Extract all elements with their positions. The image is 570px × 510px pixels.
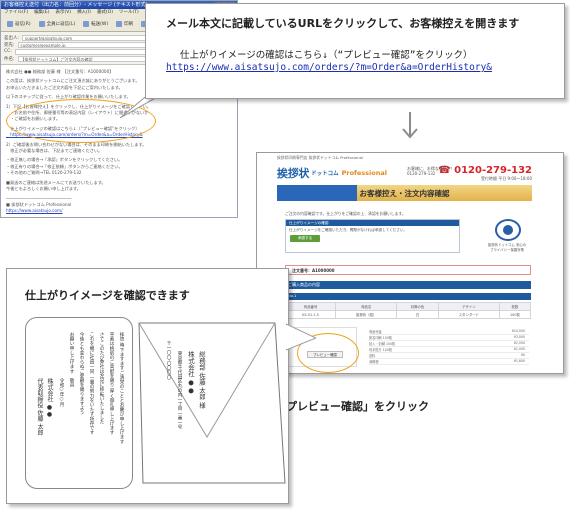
callout-pointer-bottom xyxy=(286,323,316,351)
column-header: 枚数 xyxy=(498,302,532,311)
price-breakdown: ¥10,000 商品代金 ¥3,000 宛名印刷 100枚 ¥2,000 封入・封緘 … xyxy=(369,329,529,365)
card-text-column: 平素は格別のご高配を賜り 厚く御礼申し上げます xyxy=(109,332,114,435)
column-header: 封筒の色 xyxy=(396,302,439,311)
order-history-link[interactable]: https://www.aisatsujo.com/orders/?m=Orde… xyxy=(166,62,492,73)
reply-all-label: 全員に返信(L) xyxy=(46,21,76,27)
card-text-column: お願い申し上げます 敬具 xyxy=(69,332,74,388)
card-text-column: これを機に社員一同 一層の努力をいたす所存です xyxy=(89,332,94,435)
callout-heading: 仕上がりイメージを確認できます xyxy=(25,289,190,302)
reply-button[interactable]: 返信(R) xyxy=(4,17,34,30)
menu-file[interactable]: ファイル(F) xyxy=(4,9,28,16)
menu-edit[interactable]: 編集(E) xyxy=(34,9,49,16)
price-value: ¥3,000 xyxy=(513,335,525,339)
forward-icon xyxy=(83,20,90,27)
reply-all-button[interactable]: 全員に返信(L) xyxy=(36,17,79,30)
print-button[interactable]: 印刷 xyxy=(113,17,136,30)
site-logo-sub: ドットコム xyxy=(311,171,339,177)
order-table: 商品番号 商品名 封筒の色 デザイン 枚数 KS-51-1.5 挨拶状（縦） 白… xyxy=(284,302,532,319)
card-text-column: 令和○年○月 xyxy=(59,378,64,407)
print-label: 印刷 xyxy=(124,21,134,27)
price-value: ¥0 xyxy=(520,353,525,357)
order-number: 注文番号：A1000000 xyxy=(285,265,531,275)
envelope-text-column: 東京都千代田区丸の内一丁目一番一号 xyxy=(177,351,182,430)
page-title-band: お客様控え・注文内容確認 xyxy=(277,185,532,201)
table-cell: スタンダード xyxy=(437,310,500,319)
column-header: 商品番号 xyxy=(284,302,337,311)
site-top-note: 挨拶状印刷専門店 挨拶状ドットコム Professional xyxy=(277,155,363,160)
card-text-column: さてこのたび弊社は左記に移転いたしました xyxy=(99,332,104,424)
privacy-badge-icon xyxy=(495,219,521,241)
reply-icon xyxy=(7,20,13,27)
confirm-box: 仕上がりイメージの確認 仕上がりイメージをご確認いただき、問題がなければ承認して… xyxy=(285,219,460,253)
price-value: ¥2,000 xyxy=(513,341,525,345)
site-logo-pro: Professional xyxy=(341,169,387,177)
site-header-note: お客様に、お得な価格で！ 0120-279-132 xyxy=(407,166,455,176)
callout-open-url: メール本文に記載しているURLをクリックして、お客様控えを開きます 仕上がりイメ… xyxy=(145,3,565,99)
table-header-row: 商品番号 商品名 封筒の色 デザイン 枚数 xyxy=(284,302,532,311)
site-header: 挨拶状 ドットコム Professional ☎ 0120-279-132 受付… xyxy=(277,163,532,183)
price-label: 商品代金 xyxy=(369,330,382,334)
table-row: KS-51-1.5 挨拶状（縦） 白 スタンダード 100枚 xyxy=(284,310,532,319)
table-cell: 白 xyxy=(396,310,439,319)
products-section-header: ご購入商品の内容 xyxy=(285,281,531,289)
confirm-box-text: 仕上がりイメージをご確認いただき、問題がなければ承認してください。 xyxy=(289,228,408,232)
price-value: ¥10,000 xyxy=(511,329,525,333)
greeting-card-preview: 拝啓 時下ますますご清栄のこととお慶び申し上げます 平素は格別のご高配を賜り 厚く… xyxy=(25,317,133,489)
click-preview-caption: 「プレビュー確認」をクリック xyxy=(275,400,429,413)
site-intro: ご注文の内容確認です。仕上がりをご確認の上、承認をお願いします。 xyxy=(285,211,406,216)
menu-format[interactable]: 書式(O) xyxy=(97,9,113,16)
email-title: お客様控え送付（出力名：前回分）- メッセージ (テキスト形式) xyxy=(4,2,148,8)
column-header: 商品名 xyxy=(335,302,398,311)
cc-label: CC: xyxy=(4,49,12,54)
price-label: 宛名印刷 100枚 xyxy=(369,336,393,340)
site-logo[interactable]: 挨拶状 xyxy=(277,165,309,181)
email-body-line[interactable]: https://www.aisatsujo.com/ xyxy=(6,208,232,214)
table-cell: 挨拶状（縦） xyxy=(335,310,398,319)
subject-label: 件名: xyxy=(4,56,15,62)
menu-tools[interactable]: ツール(T) xyxy=(119,9,139,16)
print-icon xyxy=(116,20,123,27)
price-value: ¥1,600 xyxy=(513,359,525,363)
from-label: 差出人: xyxy=(4,35,20,41)
table-cell: 100枚 xyxy=(498,310,532,319)
price-value: ¥1,000 xyxy=(513,347,525,351)
price-label: 消費税 xyxy=(369,360,379,364)
envelope-address: 〒一〇〇‐〇〇〇〇 東京都千代田区丸の内一丁目一番一号 株式会社 ●● 総務部 佐藤 … xyxy=(135,317,288,489)
envelope-text-column: 〒一〇〇‐〇〇〇〇 xyxy=(166,341,171,380)
page-title: お客様控え・注文内容確認 xyxy=(359,188,450,198)
price-label: 切手貼り 100枚 xyxy=(369,348,393,352)
callout-preview-result: 仕上がりイメージを確認できます 拝啓 時下ますますご清栄のこととお慶び申し上げま… xyxy=(6,268,289,504)
card-text-column: 代表取締役 佐藤 太郎 xyxy=(36,378,43,436)
forward-button[interactable]: 転送(W) xyxy=(80,17,111,30)
approve-button[interactable]: 承認する xyxy=(290,235,320,242)
column-header: デザイン xyxy=(437,302,500,311)
forward-label: 転送(W) xyxy=(91,21,109,27)
reply-label: 返信(R) xyxy=(15,21,31,27)
card-text-column: 株式会社 ●● xyxy=(46,378,53,418)
table-cell: KS-51-1.5 xyxy=(284,310,337,319)
arrow-down-icon xyxy=(402,112,418,139)
to-label: 宛先: xyxy=(4,42,15,48)
price-label: 送料 xyxy=(369,354,376,358)
envelope-text-column: 株式会社 ●● xyxy=(187,351,195,395)
phone-hours: 受付時間 平日 9:00〜18:00 xyxy=(480,175,532,181)
card-text-column: 拝啓 時下ますますご清栄のこととお慶び申し上げます xyxy=(119,332,124,444)
reply-all-icon xyxy=(38,20,45,27)
menu-view[interactable]: 表示(V) xyxy=(55,9,71,16)
price-label: 封入・封緘 100枚 xyxy=(369,342,396,346)
preview-instruction: 仕上がりイメージの確認はこちら↓（“プレビュー確認”をクリック） xyxy=(180,50,473,61)
price-line: ¥1,600 消費税 xyxy=(369,359,529,365)
card-text-column: 今後とも変わらぬご愛顧を賜りますよう xyxy=(79,332,84,415)
product-subheader: No.1 xyxy=(285,293,531,300)
menu-insert[interactable]: 挿入(I) xyxy=(77,9,91,16)
callout-heading: メール本文に記載しているURLをクリックして、お客様控えを開きます xyxy=(166,17,520,30)
envelope-text-column: 総務部 佐藤 太郎 様 xyxy=(198,351,206,409)
privacy-badge-caption: 挨拶状ドットコム 安心の プライバシー保護対策 xyxy=(487,243,527,252)
band-accent xyxy=(277,185,357,201)
